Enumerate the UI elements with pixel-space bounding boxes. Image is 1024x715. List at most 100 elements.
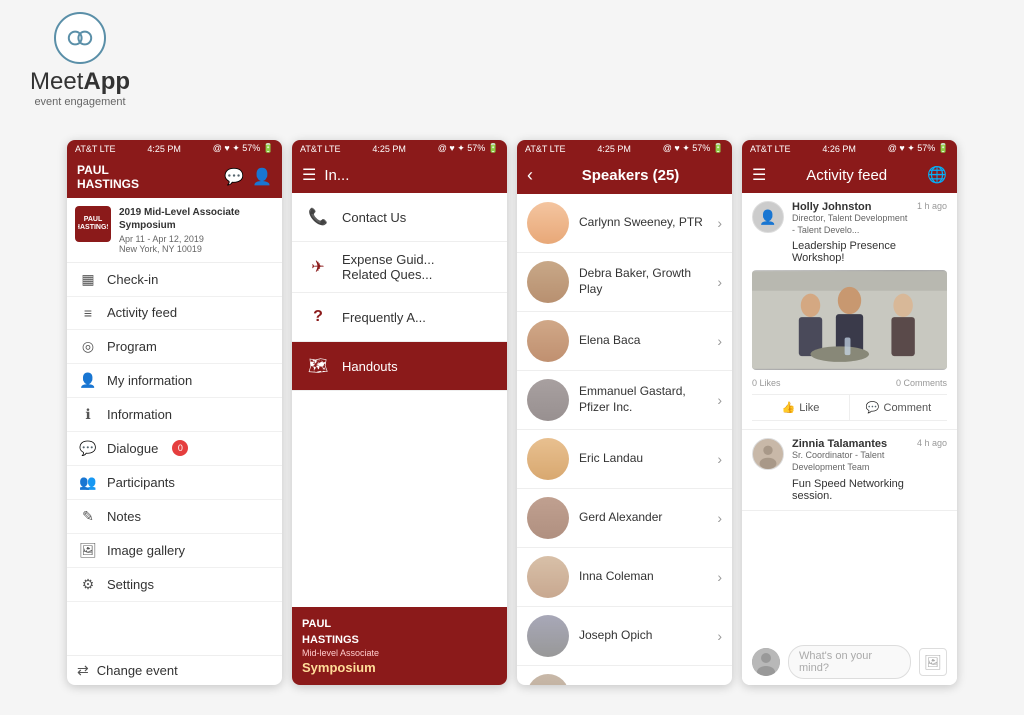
speaker-item[interactable]: Inna Coleman › <box>517 548 732 607</box>
speaker-photo <box>527 556 569 598</box>
feed-time: 1 h ago <box>917 201 947 211</box>
phone2-header: ☰ In... <box>292 157 507 193</box>
phone1-header: PAULHASTINGS 💬 👤 <box>67 157 282 198</box>
comment-icon: 💬 <box>866 401 880 414</box>
faq-label: Frequently A... <box>342 310 426 325</box>
footer-title: Symposium <box>302 660 497 675</box>
speaker-photo <box>527 674 569 685</box>
nav-item-gallery[interactable]: 🖼 Image gallery <box>67 534 282 568</box>
signal-2: @ ♥ ✦ 57% 🔋 <box>438 143 499 154</box>
org-name: PAULHASTINGS <box>77 163 139 192</box>
menu-item-handouts[interactable]: 🗺 Handouts <box>292 342 507 391</box>
speaker-name: Carlynn Sweeney, PTR <box>579 215 707 231</box>
logo-circle <box>54 12 106 64</box>
carrier-3: AT&T LTE <box>525 144 566 154</box>
nav-item-myinfo[interactable]: 👤 My information <box>67 364 282 398</box>
nav-item-dialogue[interactable]: 💬 Dialogue 0 <box>67 432 282 466</box>
event-card[interactable]: PAUL HASTINGS 2019 Mid-Level Associate S… <box>67 198 282 263</box>
speaker-item[interactable]: Emmanuel Gastard,Pfizer Inc. › <box>517 371 732 430</box>
time-2: 4:25 PM <box>372 144 406 154</box>
speaker-item[interactable]: Joseph Opich › <box>517 607 732 666</box>
speaker-item[interactable]: Eric Landau › <box>517 430 732 489</box>
thumb-icon: 👍 <box>782 401 796 414</box>
dialogue-icon: 💬 <box>79 440 97 457</box>
like-button[interactable]: 👍 Like <box>752 395 850 420</box>
chevron-icon: › <box>717 510 722 526</box>
nav-item-program[interactable]: ◎ Program <box>67 330 282 364</box>
speaker-item[interactable]: Gerd Alexander › <box>517 489 732 548</box>
menu-item-contact[interactable]: 📞 Contact Us <box>292 193 507 242</box>
speaker-name: Eric Landau <box>579 451 707 467</box>
menu-item-expense[interactable]: ✈ Expense Guid...Related Ques... <box>292 242 507 293</box>
nav-list: ▦ Check-in ≡ Activity feed ◎ Program 👤 M… <box>67 263 282 655</box>
faq-icon: ? <box>304 303 332 331</box>
speaker-name: Joseph Opich <box>579 628 707 644</box>
myinfo-icon: 👤 <box>79 372 97 389</box>
footer-org: PAULHASTINGS <box>302 617 497 648</box>
nav-item-activity[interactable]: ≡ Activity feed <box>67 297 282 330</box>
participants-icon: 👥 <box>79 474 97 491</box>
program-label: Program <box>107 339 157 354</box>
header-icons: 💬 👤 <box>224 167 272 187</box>
handouts-icon: 🗺 <box>304 352 332 380</box>
contact-icon: 📞 <box>304 203 332 231</box>
svg-text:PAUL: PAUL <box>84 216 103 223</box>
comment-button[interactable]: 💬 Comment <box>850 395 947 420</box>
comment-label: Comment <box>884 402 932 414</box>
phone2-footer: PAULHASTINGS Mid-level Associate Symposi… <box>292 607 507 685</box>
nav-item-information[interactable]: ℹ Information <box>67 398 282 432</box>
information-icon: ℹ <box>79 406 97 423</box>
globe-icon[interactable]: 🌐 <box>927 165 947 185</box>
change-event-label: Change event <box>97 663 178 678</box>
compose-avatar <box>752 648 780 676</box>
phone-menu: AT&T LTE 4:25 PM @ ♥ ✦ 57% 🔋 ☰ In... 📞 C… <box>292 140 507 685</box>
feed-image-content <box>752 270 947 370</box>
nav-item-settings[interactable]: ⚙ Settings <box>67 568 282 602</box>
feed-actions: 👍 Like 💬 Comment <box>752 394 947 421</box>
signal-3: @ ♥ ✦ 57% 🔋 <box>663 143 724 154</box>
logo-icon <box>64 22 96 54</box>
gallery-label: Image gallery <box>107 543 185 558</box>
compose-image-button[interactable]: 🖼 <box>919 648 947 676</box>
phone1-footer[interactable]: ⇄ Change event <box>67 655 282 685</box>
menu-item-faq[interactable]: ? Frequently A... <box>292 293 507 342</box>
nav-item-notes[interactable]: ✎ Notes <box>67 500 282 534</box>
compose-input[interactable]: What's on your mind? <box>788 645 911 679</box>
speaker-item[interactable]: Debra Baker, Growth Play › <box>517 253 732 312</box>
myinfo-label: My information <box>107 373 192 388</box>
feed-stats: 0 Likes 0 Comments <box>752 374 947 392</box>
speaker-name: Inna Coleman <box>579 569 707 585</box>
settings-icon: ⚙ <box>79 576 97 593</box>
nav-item-checkin[interactable]: ▦ Check-in <box>67 263 282 297</box>
activity-title: Activity feed <box>774 167 919 184</box>
notes-label: Notes <box>107 509 141 524</box>
speaker-item[interactable]: Elena Baca › <box>517 312 732 371</box>
phone3-header: ‹ Speakers (25) <box>517 157 732 194</box>
status-bar-2: AT&T LTE 4:25 PM @ ♥ ✦ 57% 🔋 <box>292 140 507 157</box>
app-tagline: event engagement <box>34 96 125 108</box>
speaker-name: Gerd Alexander <box>579 510 707 526</box>
speaker-item[interactable]: Joy Dowdle › <box>517 666 732 685</box>
feed-item: Zinnia Talamantes Sr. Coordinator - Tale… <box>742 430 957 510</box>
carrier-4: AT&T LTE <box>750 144 791 154</box>
back-button[interactable]: ‹ <box>527 165 533 186</box>
chevron-icon: › <box>717 274 722 290</box>
feed-post-image <box>752 270 947 370</box>
chevron-icon: › <box>717 392 722 408</box>
nav-item-participants[interactable]: 👥 Participants <box>67 466 282 500</box>
speaker-item[interactable]: Carlynn Sweeney, PTR › <box>517 194 732 253</box>
feed-user-role: Director, Talent Development - Talent De… <box>792 213 909 236</box>
chevron-icon: › <box>717 451 722 467</box>
hamburger-icon-2[interactable]: ☰ <box>302 165 316 185</box>
user-icon[interactable]: 👤 <box>252 167 272 187</box>
menu-item-speakers[interactable]: 🎤 Speakers <box>292 391 507 400</box>
feed-post-text-2: Fun Speed Networking session. <box>792 478 947 502</box>
dialogue-label: Dialogue <box>107 441 158 456</box>
speaker-photo <box>527 261 569 303</box>
signal-4: @ ♥ ✦ 57% 🔋 <box>888 143 949 154</box>
feed-header-row-2: Zinnia Talamantes Sr. Coordinator - Tale… <box>752 438 947 473</box>
speaker-photo <box>527 202 569 244</box>
hamburger-icon-4[interactable]: ☰ <box>752 165 766 185</box>
feed-list: 👤 Holly Johnston Director, Talent Develo… <box>742 193 957 639</box>
chat-icon[interactable]: 💬 <box>224 167 244 187</box>
